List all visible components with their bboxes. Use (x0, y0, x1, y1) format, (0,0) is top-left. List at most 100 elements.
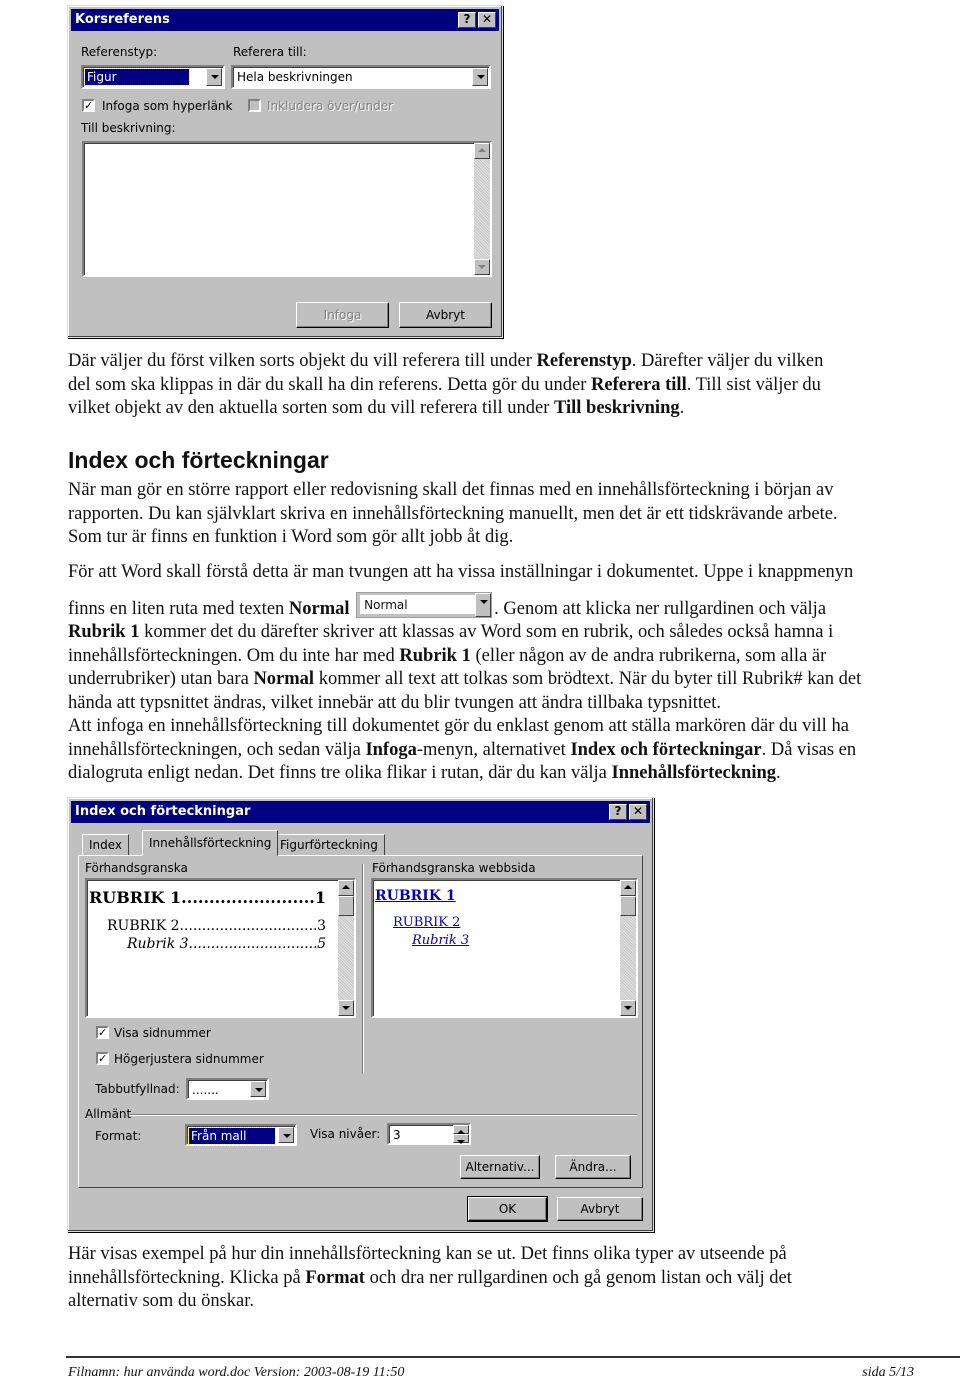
toc-web-link-1[interactable]: RUBRIK 1 (375, 888, 456, 904)
spin-up-icon[interactable] (453, 1125, 469, 1134)
scroll-down-icon[interactable] (620, 1000, 636, 1016)
close-icon: ✕ (632, 804, 644, 818)
footer-divider (66, 1356, 960, 1358)
toc-entry-1: RUBRIK 1................................… (89, 888, 326, 907)
include-above-below-checkbox[interactable] (248, 99, 261, 112)
close-button[interactable]: ✕ (478, 12, 496, 28)
tab-leader-label: Tabbutfyllnad: (95, 1082, 180, 1096)
tab-leader-combo[interactable]: ....... (186, 1078, 269, 1100)
chevron-down-icon[interactable] (250, 1081, 266, 1097)
toc-preview-web: RUBRIK 1 RUBRIK 2 Rubrik 3 (373, 880, 620, 1016)
term-heading-1: Rubrik 1 (68, 622, 140, 642)
footer-page-number: sida 5/13 (862, 1365, 914, 1380)
format-value: Från mall (188, 1127, 276, 1145)
paragraph-instructions: För att Word skall förstå detta är man t… (68, 562, 862, 783)
show-levels-spinner[interactable]: 3 (387, 1123, 471, 1145)
options-button[interactable]: Alternativ... (460, 1155, 540, 1179)
paragraph-format: Här visas exempel på hur din innehållsfö… (68, 1244, 792, 1311)
term-index-and-tables: Index och förteckningar (570, 739, 762, 760)
insert-hyperlink-label: Infoga som hyperlänk (102, 99, 233, 113)
chevron-down-icon[interactable] (278, 1127, 294, 1143)
help-button[interactable]: ? (458, 12, 476, 28)
show-levels-value: 3 (393, 1128, 401, 1142)
toc-web-link-3[interactable]: Rubrik 3 (412, 933, 469, 948)
style-combo-image: Normal (356, 591, 493, 618)
reference-type-value: Figur (84, 68, 190, 86)
format-combo[interactable]: Från mall (185, 1124, 297, 1146)
toc-entry-3: Rubrik 3................................… (127, 936, 326, 952)
web-preview-box: RUBRIK 1 RUBRIK 2 Rubrik 3 (371, 878, 638, 1018)
modify-button[interactable]: Ändra... (555, 1155, 631, 1179)
toc-entry-2: RUBRIK 2................................… (107, 918, 326, 934)
term-for-which: Till beskrivning (554, 398, 680, 418)
help-icon: ? (614, 804, 622, 818)
index-and-tables-dialog: Index och förteckningar ? ✕ Index Innehå… (67, 797, 654, 1232)
scroll-thumb[interactable] (338, 896, 354, 916)
scroll-down-icon[interactable] (338, 1000, 354, 1016)
toc-web-link-2[interactable]: RUBRIK 2 (393, 915, 460, 930)
dialog-titlebar: Korsreferens ? ✕ (71, 9, 499, 31)
tab-index[interactable]: Index (82, 834, 130, 855)
show-page-numbers-label: Visa sidnummer (114, 1026, 211, 1040)
refer-to-value: Hela beskrivningen (237, 70, 353, 84)
chevron-down-icon[interactable] (472, 68, 488, 86)
dialog-title: Index och förteckningar (75, 804, 251, 819)
cross-reference-dialog: Korsreferens ? ✕ Referenstyp: Figur Refe… (67, 5, 503, 338)
reference-type-combo[interactable]: Figur (81, 65, 225, 89)
term-table-of-contents: Innehållsförteckning (611, 763, 776, 783)
list-scrollbar[interactable] (474, 143, 490, 275)
term-format: Format (305, 1267, 365, 1288)
general-label: Allmänt (85, 1107, 132, 1121)
general-group-line (130, 1114, 637, 1116)
refer-to-combo[interactable]: Hela beskrivningen (231, 65, 491, 89)
right-align-checkbox[interactable]: ✓ (96, 1052, 109, 1065)
paragraph-cross-reference: Där väljer du först vilken sorts objekt … (68, 351, 824, 418)
ok-button[interactable]: OK (467, 1196, 548, 1222)
insert-button[interactable]: Infoga (296, 302, 389, 328)
footer-filename: Filnamn: hur använda word.doc Version: 2… (68, 1365, 405, 1380)
section-heading: Index och förteckningar (68, 447, 329, 473)
term-refer-to: Referera till (591, 374, 687, 395)
scroll-up-icon[interactable] (338, 880, 354, 896)
show-page-numbers-checkbox[interactable]: ✓ (96, 1026, 109, 1039)
separator (362, 864, 364, 1074)
cancel-button[interactable]: Avbryt (557, 1197, 643, 1221)
chevron-down-icon[interactable] (206, 68, 222, 86)
dialog-title: Korsreferens (75, 12, 170, 27)
close-icon: ✕ (481, 12, 493, 26)
help-button[interactable]: ? (609, 804, 627, 820)
for-which-label: Till beskrivning: (81, 121, 176, 135)
right-align-label: Högerjustera sidnummer (114, 1052, 264, 1066)
help-icon: ? (463, 12, 471, 26)
insert-hyperlink-checkbox[interactable]: ✓ (82, 99, 95, 112)
close-button[interactable]: ✕ (629, 804, 647, 820)
print-preview-label: Förhandsgranska (85, 861, 188, 875)
include-above-below-label: Inkludera över/under (267, 99, 394, 113)
tab-leader-value: ....... (192, 1083, 219, 1097)
scroll-thumb[interactable] (620, 896, 636, 916)
tab-table-of-figures[interactable]: Figurförteckning (273, 834, 385, 855)
refer-to-label: Referera till: (233, 45, 307, 59)
print-preview-box: RUBRIK 1................................… (85, 878, 356, 1018)
scroll-down-icon[interactable] (474, 259, 490, 275)
chevron-down-icon (475, 592, 492, 617)
reference-type-label: Referenstyp: (81, 45, 158, 59)
spin-down-icon[interactable] (453, 1134, 469, 1144)
paragraph-intro: När man gör en större rapport eller redo… (68, 480, 838, 547)
dialog-titlebar: Index och förteckningar ? ✕ (71, 801, 650, 823)
preview-scrollbar[interactable] (338, 880, 354, 1016)
show-levels-label: Visa nivåer: (310, 1127, 381, 1141)
for-which-list[interactable] (82, 141, 492, 277)
style-combo-value: Normal (364, 597, 408, 612)
cancel-button[interactable]: Avbryt (399, 302, 492, 328)
scroll-up-icon[interactable] (474, 143, 490, 159)
tab-table-of-contents[interactable]: Innehållsförteckning (142, 830, 279, 856)
scroll-up-icon[interactable] (620, 880, 636, 896)
web-preview-scrollbar[interactable] (620, 880, 636, 1016)
format-label: Format: (95, 1129, 142, 1143)
term-insert-menu: Infoga (365, 739, 417, 760)
term-reference-type: Referenstyp (536, 351, 632, 371)
toc-preview-print: RUBRIK 1................................… (87, 880, 338, 1016)
term-normal: Normal (288, 598, 350, 619)
web-preview-label: Förhandsgranska webbsida (372, 861, 536, 875)
